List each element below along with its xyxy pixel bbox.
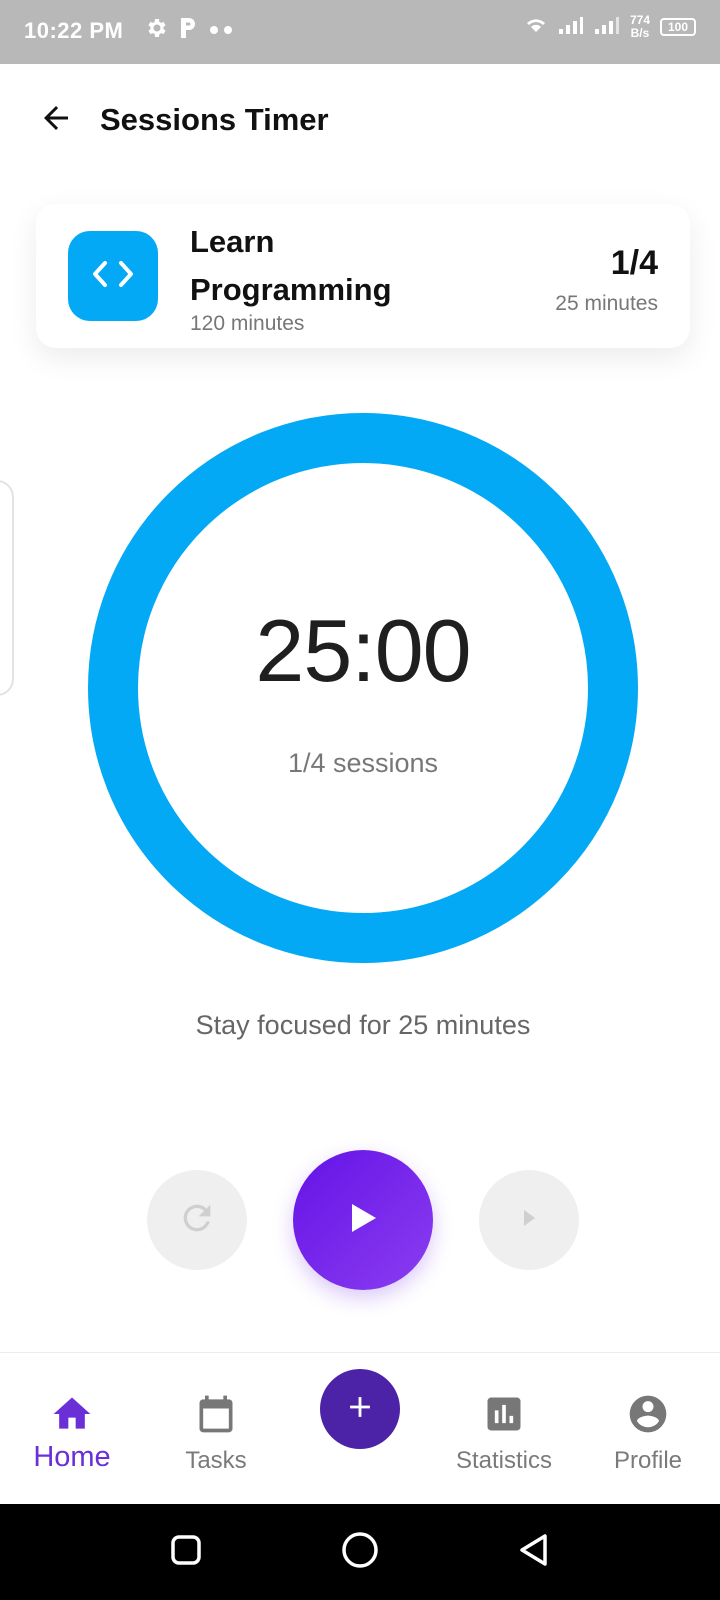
task-progress: 1/4 (610, 244, 658, 282)
network-speed-unit: B/s (630, 26, 650, 40)
task-icon-tile (68, 231, 158, 321)
bar-chart-icon (479, 1389, 529, 1439)
signal-icon (558, 15, 584, 40)
more-dots-icon (208, 22, 234, 40)
app-header: Sessions Timer (0, 64, 720, 174)
add-task-button[interactable] (320, 1369, 400, 1449)
nav-label-home: Home (33, 1441, 111, 1473)
play-button[interactable] (293, 1150, 433, 1290)
timer-sessions: 1/4 sessions (287, 748, 439, 778)
status-time: 10:22 PM (24, 18, 124, 43)
back-button[interactable] (34, 98, 78, 142)
battery-indicator: 100 (660, 18, 696, 36)
skip-next-icon (521, 1208, 537, 1233)
nav-item-profile[interactable]: Profile (576, 1353, 720, 1505)
bottom-navigation: Home Tasks Statistics Profile (0, 1352, 720, 1504)
timer-value: 25:00 (255, 601, 471, 700)
nav-label-statistics: Statistics (455, 1447, 553, 1474)
nav-label-tasks: Tasks (185, 1447, 247, 1474)
nav-label-profile: Profile (613, 1447, 683, 1474)
system-navigation-bar (0, 1504, 720, 1600)
status-icons-left (144, 16, 234, 45)
page-title: Sessions Timer (100, 102, 329, 137)
task-duration: 120 minutes (190, 312, 305, 335)
focus-message: Stay focused for 25 minutes (195, 1010, 531, 1040)
status-bar: 10:22 PM 774 B/s 100 (0, 0, 720, 64)
back-triangle-icon (515, 1531, 553, 1574)
calendar-icon (191, 1389, 241, 1439)
recents-button[interactable] (164, 1530, 208, 1574)
nav-item-tasks[interactable]: Tasks (144, 1353, 288, 1505)
reset-button[interactable] (147, 1170, 247, 1270)
home-circle-icon (340, 1530, 380, 1575)
task-session-length: 25 minutes (555, 292, 658, 315)
status-icons-right: 774 B/s 100 (524, 14, 696, 40)
wifi-icon (524, 15, 548, 40)
play-icon (348, 1201, 378, 1240)
parking-icon (178, 16, 198, 45)
nav-item-home[interactable]: Home (0, 1353, 144, 1505)
recents-square-icon (169, 1533, 203, 1572)
network-speed: 774 B/s (630, 14, 650, 40)
home-icon (47, 1389, 97, 1439)
account-circle-icon (623, 1389, 673, 1439)
nav-item-statistics[interactable]: Statistics (432, 1353, 576, 1505)
system-back-button[interactable] (512, 1530, 556, 1574)
system-home-button[interactable] (338, 1530, 382, 1574)
signal-icon (594, 15, 620, 40)
arrow-left-icon (38, 100, 74, 141)
task-name: Learn Programming (190, 224, 392, 307)
skip-next-button[interactable] (479, 1170, 579, 1270)
code-icon (91, 259, 135, 294)
gear-icon (144, 16, 168, 45)
refresh-icon (177, 1198, 217, 1243)
task-card[interactable]: Learn Programming 120 minutes 1/4 25 min… (36, 204, 690, 348)
plus-icon (343, 1390, 377, 1429)
